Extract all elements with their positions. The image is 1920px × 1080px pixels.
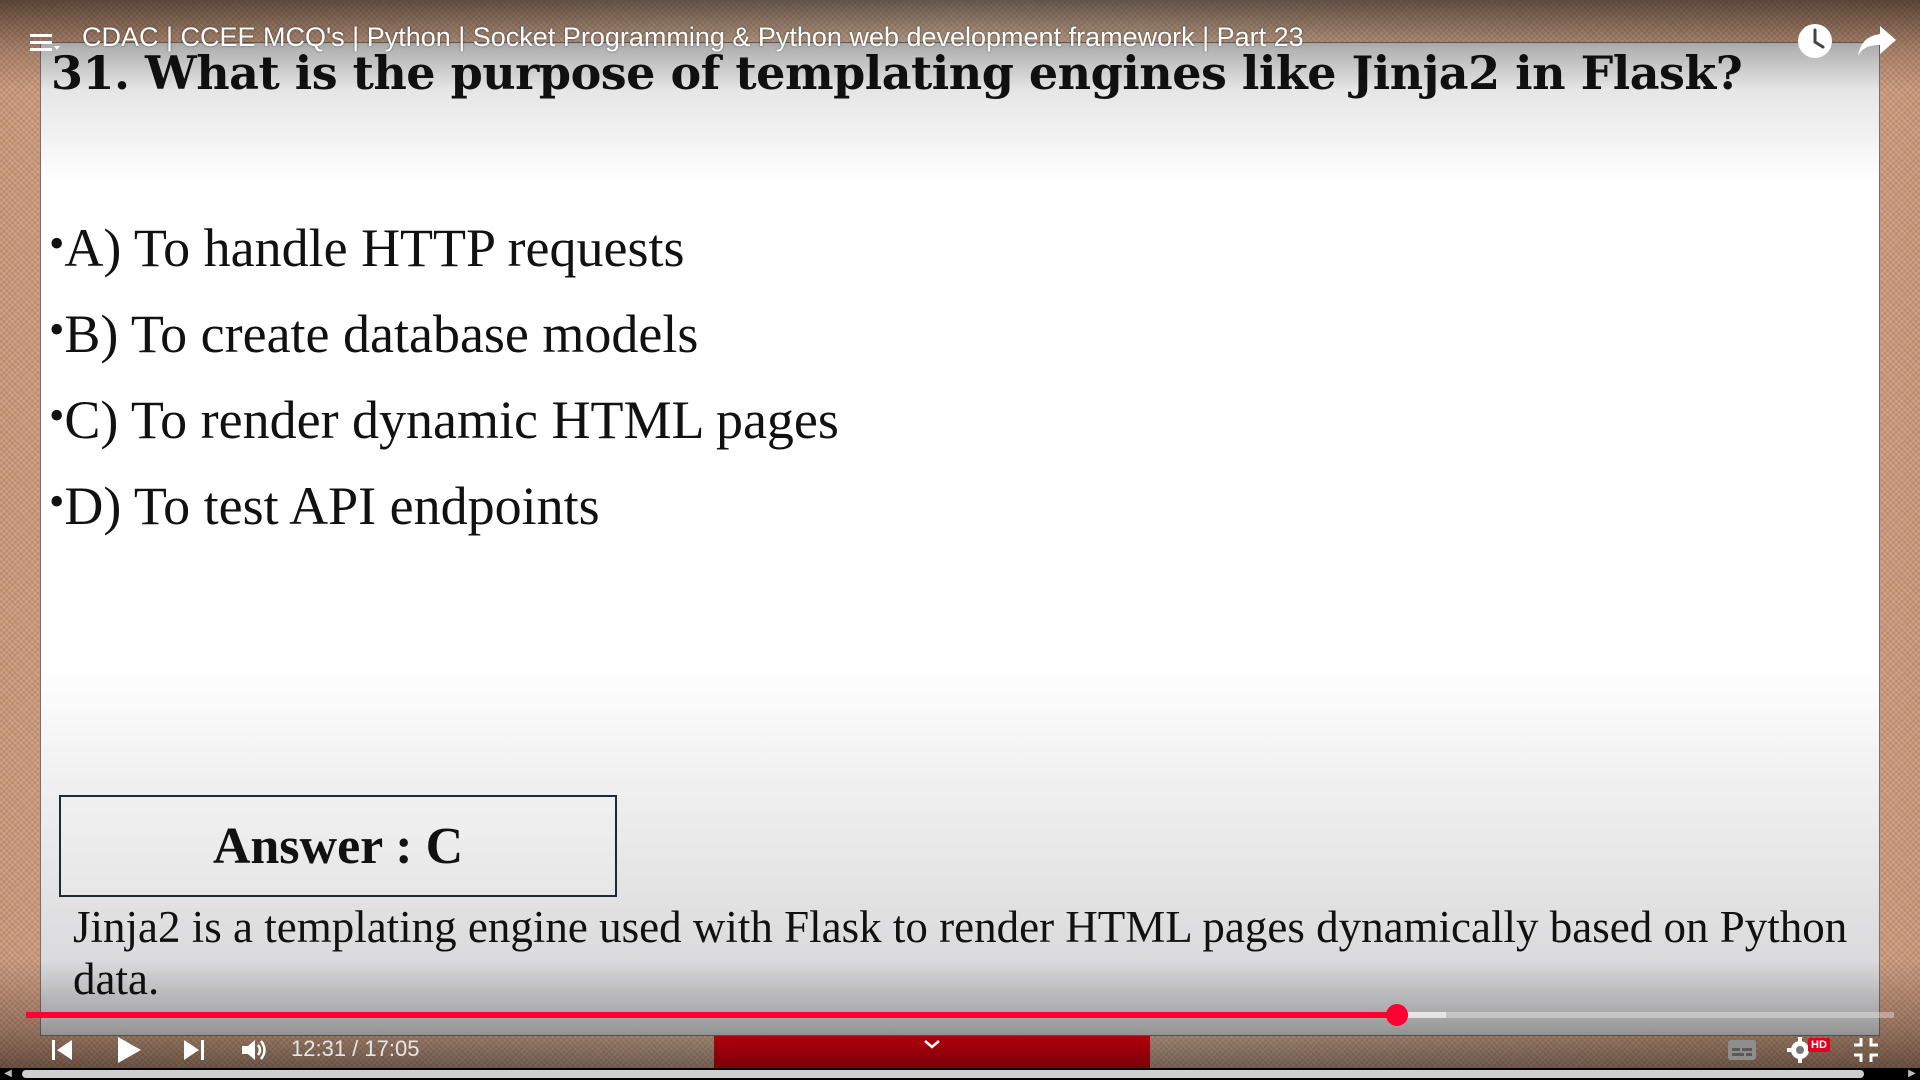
hd-badge: HD [1808,1038,1830,1052]
option-text: D) To test API endpoints [64,476,600,536]
option-d: •D) To test API endpoints [49,461,839,547]
scroll-left-arrow[interactable]: ◀ [2,1068,14,1080]
bullet: • [49,305,65,354]
volume-icon [242,1040,266,1060]
menu-icon [30,34,60,51]
option-text: A) To handle HTTP requests [64,218,685,278]
play-button[interactable] [108,1030,148,1070]
share-button[interactable] [1856,22,1898,60]
time-separator: / [346,1036,365,1061]
watch-later-button[interactable] [1796,22,1834,60]
bullet: • [49,391,65,440]
time-display: 12:31 / 17:05 [291,1036,419,1062]
option-b: •B) To create database models [49,289,839,375]
video-title[interactable]: CDAC | CCEE MCQ's | Python | Socket Prog… [82,22,1304,53]
share-arrow-icon [1858,26,1896,56]
previous-button[interactable] [44,1030,80,1070]
chevron-down-icon [924,1040,940,1049]
subtitles-icon [1728,1040,1756,1060]
exit-fullscreen-button[interactable] [1846,1030,1886,1070]
option-text: B) To create database models [64,304,699,364]
player-top-bar: CDAC | CCEE MCQ's | Python | Socket Prog… [0,0,1920,80]
scrollbar-thumb[interactable] [22,1070,1864,1078]
answer-box: Answer : C [59,795,617,897]
option-a: •A) To handle HTTP requests [49,203,839,289]
progress-played [26,1012,1398,1018]
answer-explanation: Jinja2 is a templating engine used with … [73,902,1848,1004]
video-frame-slide: 31. What is the purpose of templating en… [40,42,1880,1036]
volume-button[interactable] [236,1030,272,1070]
total-time: 17:05 [364,1036,420,1061]
video-player[interactable]: 31. What is the purpose of templating en… [0,0,1920,1080]
play-icon [118,1037,141,1063]
subtitles-button[interactable] [1722,1030,1762,1070]
bullet: • [49,477,65,526]
current-time: 12:31 [291,1036,347,1061]
skip-next-icon [184,1040,204,1060]
exit-fullscreen-icon [1854,1038,1878,1062]
chapter-button[interactable] [714,1036,1150,1068]
next-button[interactable] [176,1030,212,1070]
bullet: • [49,219,65,268]
clock-icon [1798,24,1832,58]
progress-scrubber-handle[interactable] [1386,1004,1409,1026]
options-list: •A) To handle HTTP requests •B) To creat… [49,203,839,547]
scroll-right-arrow[interactable]: ▶ [1906,1068,1918,1080]
skip-previous-icon [52,1040,72,1060]
menu-button[interactable] [26,24,62,60]
progress-bar[interactable] [26,1004,1894,1026]
horizontal-scrollbar[interactable]: ◀ ▶ [0,1068,1920,1080]
option-c: •C) To render dynamic HTML pages [49,375,839,461]
option-text: C) To render dynamic HTML pages [64,390,839,450]
